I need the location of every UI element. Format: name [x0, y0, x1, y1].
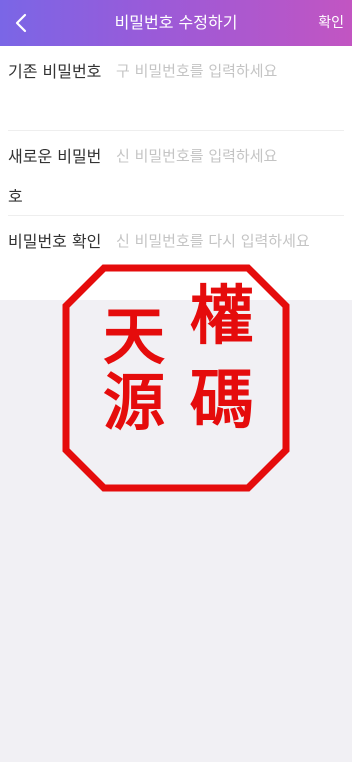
old-password-label: 기존 비밀번호 — [8, 62, 102, 81]
svg-text:源: 源 — [103, 366, 165, 439]
confirm-password-input[interactable] — [116, 222, 348, 260]
new-password-input[interactable] — [116, 137, 348, 175]
password-form: 기존 비밀번호 새로운 비밀번호 비밀번호 확인 — [0, 46, 352, 300]
svg-text:碼: 碼 — [190, 363, 254, 438]
page-title: 비밀번호 수정하기 — [114, 13, 238, 32]
chevron-left-icon — [15, 13, 27, 33]
watermark-seal: 權 碼 天 源 — [62, 264, 290, 492]
back-button[interactable] — [6, 6, 36, 40]
app-header: 비밀번호 수정하기 확인 — [0, 0, 352, 46]
confirm-password-label: 비밀번호 확인 — [8, 232, 102, 251]
old-password-input[interactable] — [116, 52, 348, 90]
confirm-button[interactable]: 확인 — [318, 0, 344, 46]
svg-text:權: 權 — [190, 279, 254, 354]
old-password-row: 기존 비밀번호 — [0, 46, 352, 130]
new-password-row: 새로운 비밀번호 — [0, 131, 352, 215]
new-password-label: 새로운 비밀번호 — [8, 147, 102, 206]
svg-text:天: 天 — [103, 300, 165, 373]
